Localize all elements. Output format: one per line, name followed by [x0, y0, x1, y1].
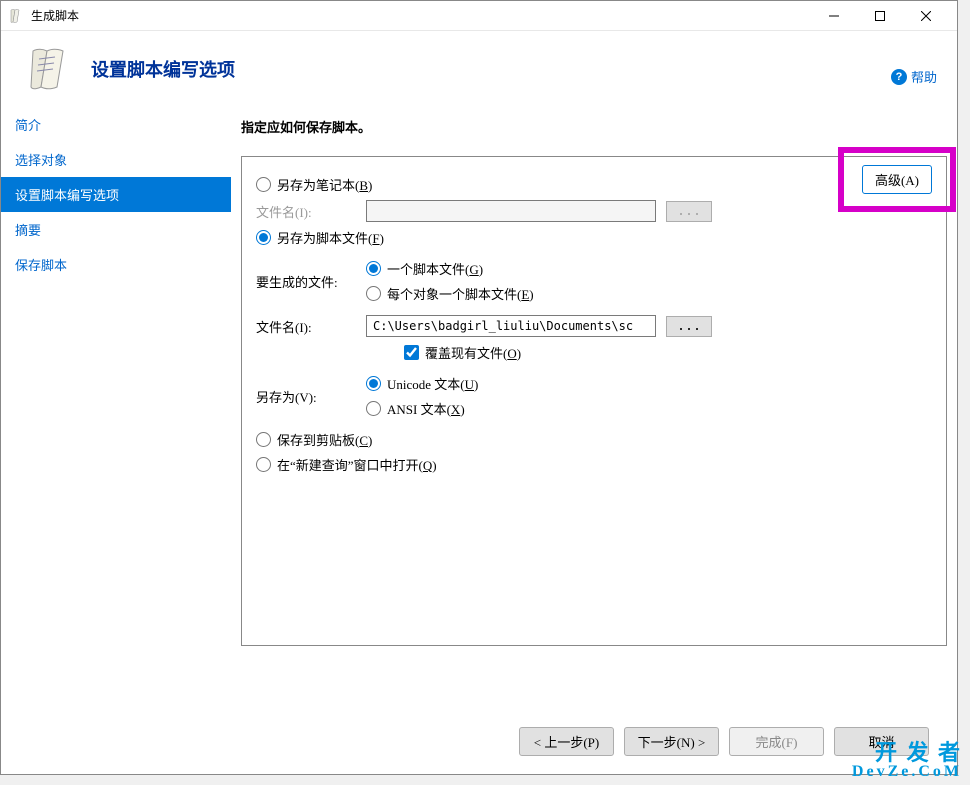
next-button[interactable]: 下一步(N) > — [624, 727, 719, 756]
titlebar: 生成脚本 — [1, 1, 957, 31]
files-to-generate-row: 要生成的文件: 一个脚本文件(G) 每个对象一个脚本文件(E) — [256, 253, 932, 309]
cancel-button[interactable]: 取消 — [834, 727, 929, 756]
prev-button[interactable]: < 上一步(P) — [519, 727, 614, 756]
instruction-text: 指定应如何保存脚本。 — [241, 117, 947, 136]
save-as-label: 另存为(V): — [256, 387, 356, 406]
radio-script-input[interactable] — [256, 230, 271, 245]
wizard-sidebar: 简介 选择对象 设置脚本编写选项 摘要 保存脚本 — [1, 107, 231, 747]
script-icon — [25, 45, 73, 93]
files-to-generate-label: 要生成的文件: — [256, 272, 356, 291]
radio-per-object-file[interactable]: 每个对象一个脚本文件(E) — [366, 284, 534, 303]
help-icon: ? — [891, 69, 907, 85]
overwrite-checkbox[interactable] — [404, 345, 419, 360]
window-controls — [811, 1, 949, 31]
radio-save-clipboard[interactable]: 保存到剪贴板(C) — [256, 430, 932, 449]
radio-save-as-script[interactable]: 另存为脚本文件(F) — [256, 228, 932, 247]
sidebar-item-scripting-options[interactable]: 设置脚本编写选项 — [1, 177, 231, 212]
filename-browse-button[interactable]: ... — [666, 316, 712, 337]
radio-notebook-input[interactable] — [256, 177, 271, 192]
radio-save-as-notebook[interactable]: 另存为笔记本(B) — [256, 175, 932, 194]
radio-unicode[interactable]: Unicode 文本(U) — [366, 374, 478, 393]
wizard-content: ? 帮助 指定应如何保存脚本。 高级(A) 另存为笔记本(B) 文件名(I): … — [231, 107, 957, 747]
sidebar-item-intro[interactable]: 简介 — [1, 107, 231, 142]
radio-unicode-input[interactable] — [366, 376, 381, 391]
radio-clipboard-input[interactable] — [256, 432, 271, 447]
filename-row: 文件名(I): ... — [256, 315, 932, 337]
notebook-browse-button: ... — [666, 201, 712, 222]
close-button[interactable] — [903, 1, 949, 31]
sidebar-item-select-objects[interactable]: 选择对象 — [1, 142, 231, 177]
filename-label: 文件名(I): — [256, 317, 356, 336]
advanced-button[interactable]: 高级(A) — [862, 165, 932, 194]
notebook-filename-label: 文件名(I): — [256, 202, 356, 221]
minimize-button[interactable] — [811, 1, 857, 31]
options-panel: 高级(A) 另存为笔记本(B) 文件名(I): ... 另存为脚本文件(F) — [241, 156, 947, 646]
overwrite-row[interactable]: 覆盖现有文件(O) — [404, 343, 932, 362]
page-title: 设置脚本编写选项 — [91, 56, 235, 82]
help-label: 帮助 — [911, 67, 937, 86]
notebook-filename-row: 文件名(I): ... — [256, 200, 932, 222]
sidebar-item-save-script[interactable]: 保存脚本 — [1, 247, 231, 282]
help-link[interactable]: ? 帮助 — [891, 67, 937, 86]
save-as-row: 另存为(V): Unicode 文本(U) ANSI 文本(X) — [256, 368, 932, 424]
app-icon — [9, 8, 25, 24]
radio-single-input[interactable] — [366, 261, 381, 276]
radio-single-file[interactable]: 一个脚本文件(G) — [366, 259, 534, 278]
radio-new-query-input[interactable] — [256, 457, 271, 472]
window-title: 生成脚本 — [31, 7, 811, 24]
radio-per-object-input[interactable] — [366, 286, 381, 301]
dialog-window: 生成脚本 设置脚本编写选项 简介 选择对象 设置脚本编写选项 摘要 保存脚本 ?… — [0, 0, 958, 775]
wizard-footer: < 上一步(P) 下一步(N) > 完成(F) 取消 — [519, 727, 929, 756]
sidebar-item-summary[interactable]: 摘要 — [1, 212, 231, 247]
radio-open-new-query[interactable]: 在“新建查询”窗口中打开(Q) — [256, 455, 932, 474]
finish-button: 完成(F) — [729, 727, 824, 756]
maximize-button[interactable] — [857, 1, 903, 31]
advanced-highlight: 高级(A) — [838, 147, 956, 212]
filename-input[interactable] — [366, 315, 656, 337]
dialog-body: 简介 选择对象 设置脚本编写选项 摘要 保存脚本 ? 帮助 指定应如何保存脚本。… — [1, 107, 957, 747]
radio-ansi[interactable]: ANSI 文本(X) — [366, 399, 478, 418]
radio-ansi-input[interactable] — [366, 401, 381, 416]
notebook-filename-input — [366, 200, 656, 222]
wizard-header: 设置脚本编写选项 — [1, 31, 957, 107]
